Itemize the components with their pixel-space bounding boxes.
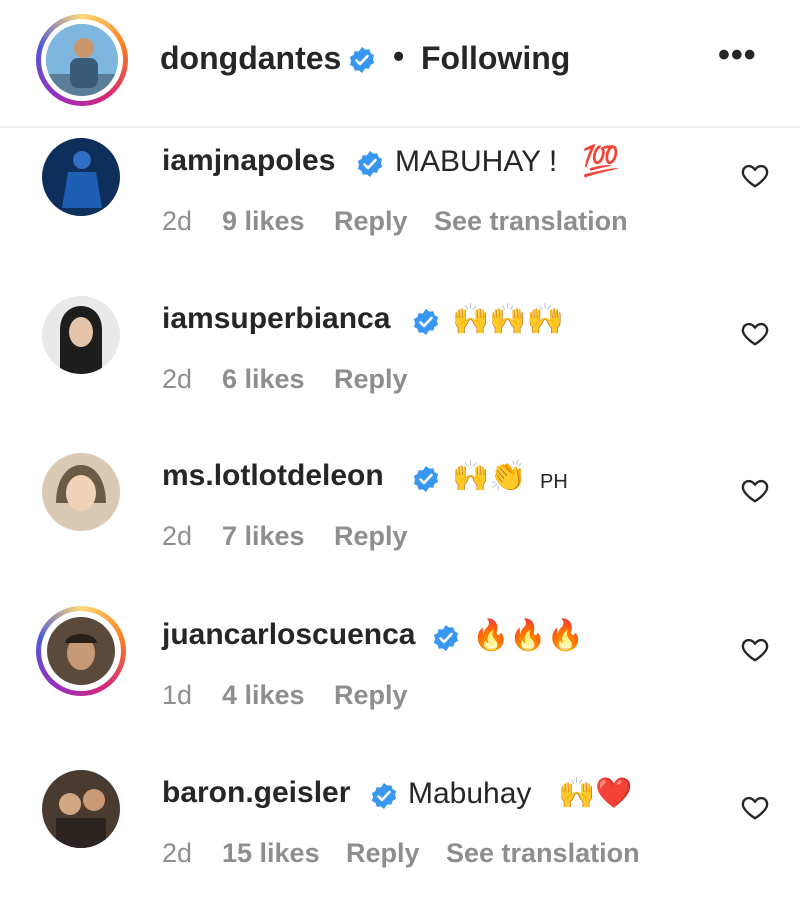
heart-outline-icon[interactable]	[740, 475, 770, 505]
verified-badge-icon	[433, 625, 459, 651]
flag-text: PH	[540, 471, 568, 493]
comment-username[interactable]: baron.geisler	[162, 776, 350, 810]
raised-hands-heart-emoji: 🙌❤️	[558, 777, 633, 810]
separator-dot: •	[393, 38, 405, 74]
post-header: dongdantes • Following •••	[0, 0, 800, 128]
heart-outline-icon[interactable]	[740, 792, 770, 822]
reply-button[interactable]: Reply	[334, 364, 408, 395]
verified-badge-icon	[357, 151, 383, 177]
reply-button[interactable]: Reply	[334, 680, 408, 711]
comment-item: juancarloscuenca 🔥🔥🔥 1d 4 likes Reply	[0, 606, 800, 762]
verified-badge-icon	[349, 47, 375, 73]
avatar[interactable]	[47, 617, 115, 685]
comment-likes[interactable]: 7 likes	[222, 521, 305, 552]
see-translation-button[interactable]: See translation	[434, 206, 628, 237]
comment-item: ms.lotlotdeleon 🙌👏 PH 2d 7 likes Reply	[0, 453, 800, 603]
verified-badge-icon	[413, 466, 439, 492]
comment-username[interactable]: iamsuperbianca	[162, 302, 390, 336]
avatar[interactable]	[42, 138, 120, 216]
raised-hands-clap-emoji: 🙌👏	[452, 460, 527, 493]
reply-button[interactable]: Reply	[346, 838, 420, 869]
heart-outline-icon[interactable]	[740, 160, 770, 190]
comment-timestamp[interactable]: 2d	[162, 364, 192, 395]
comment-username[interactable]: juancarloscuenca	[162, 618, 415, 652]
avatar[interactable]	[42, 453, 120, 531]
verified-badge-icon	[413, 309, 439, 335]
heart-outline-icon[interactable]	[740, 634, 770, 664]
comment-timestamp[interactable]: 1d	[162, 680, 192, 711]
avatar[interactable]	[42, 770, 120, 848]
more-options-icon[interactable]: •••	[718, 36, 757, 75]
comment-item: iamjnapoles MABUHAY ! 💯 2d 9 likes Reply…	[0, 138, 800, 288]
comment-timestamp[interactable]: 2d	[162, 521, 192, 552]
verified-badge-icon	[371, 783, 397, 809]
comment-text: Mabuhay	[408, 777, 532, 810]
reply-button[interactable]: Reply	[334, 206, 408, 237]
following-button[interactable]: Following	[421, 40, 570, 77]
comment-likes[interactable]: 9 likes	[222, 206, 305, 237]
heart-outline-icon[interactable]	[740, 318, 770, 348]
avatar[interactable]	[42, 296, 120, 374]
comment-likes[interactable]: 4 likes	[222, 680, 305, 711]
comment-username[interactable]: ms.lotlotdeleon	[162, 459, 384, 493]
avatar[interactable]	[46, 24, 118, 96]
post-author-username[interactable]: dongdantes	[160, 40, 341, 77]
comment-timestamp[interactable]: 2d	[162, 838, 192, 869]
comment-item: iamsuperbianca 🙌🙌🙌 2d 6 likes Reply	[0, 296, 800, 446]
comment-username[interactable]: iamjnapoles	[162, 144, 335, 178]
raised-hands-emoji: 🙌🙌🙌	[452, 303, 565, 336]
reply-button[interactable]: Reply	[334, 521, 408, 552]
comment-text: MABUHAY !	[395, 145, 558, 178]
hundred-points-emoji: 💯	[582, 145, 620, 178]
comment-likes[interactable]: 15 likes	[222, 838, 320, 869]
fire-emoji: 🔥🔥🔥	[472, 619, 585, 652]
see-translation-button[interactable]: See translation	[446, 838, 640, 869]
comment-timestamp[interactable]: 2d	[162, 206, 192, 237]
comment-likes[interactable]: 6 likes	[222, 364, 305, 395]
comment-item: baron.geisler Mabuhay 🙌❤️ 2d 15 likes Re…	[0, 770, 800, 920]
